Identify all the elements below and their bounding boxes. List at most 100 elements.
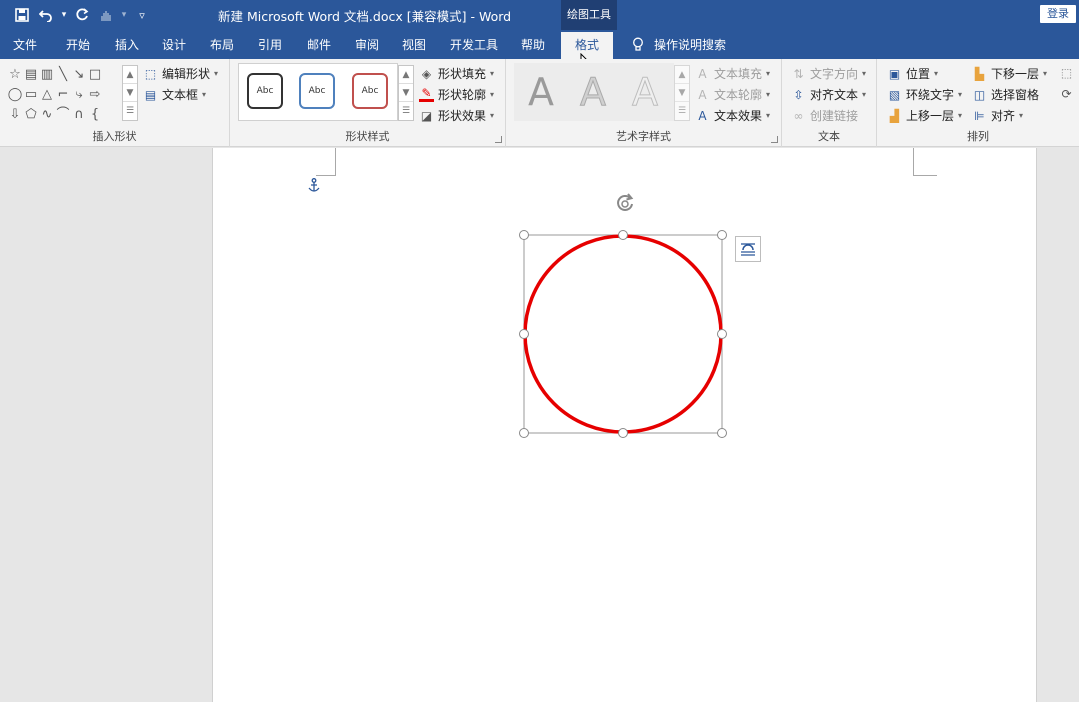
resize-handle-left[interactable] — [519, 329, 529, 339]
scroll-down-icon[interactable]: ▼ — [123, 84, 137, 102]
tab-design[interactable]: 设计 — [162, 36, 186, 53]
undo-dropdown-icon[interactable]: ▾ — [60, 5, 68, 25]
line-shape-icon[interactable]: ╲ — [55, 65, 71, 85]
down-arrow-shape-icon[interactable]: ⇩ — [7, 105, 23, 125]
arrow-line-shape-icon[interactable]: ↘ — [71, 65, 87, 85]
align-label: 对齐 — [991, 109, 1016, 123]
resize-handle-top[interactable] — [618, 230, 628, 240]
login-button[interactable]: 登录 — [1040, 5, 1076, 23]
shape-outline-button[interactable]: ✎ 形状轮廓 ▾ — [419, 86, 494, 103]
position-button[interactable]: ▣ 位置 ▾ — [887, 65, 938, 82]
save-icon[interactable] — [12, 5, 32, 25]
gallery-expand-icon[interactable]: ☰ — [123, 102, 137, 120]
edit-shape-icon: ⬚ — [144, 66, 157, 81]
rotate-button[interactable]: ⟳ — [1059, 86, 1074, 101]
shape-style-preset-2[interactable]: Abc — [299, 73, 335, 109]
dropdown-icon: ▾ — [766, 69, 771, 78]
scribble-shape-icon[interactable]: ∿ — [39, 105, 55, 125]
resize-handle-bottom-left[interactable] — [519, 428, 529, 438]
group-objects-button[interactable]: ⬚ — [1059, 65, 1074, 80]
selected-circle-shape[interactable] — [519, 230, 729, 440]
shape-effects-button[interactable]: ◪ 形状效果 ▾ — [419, 107, 494, 124]
align-text-button[interactable]: ⇳ 对齐文本 ▾ — [791, 86, 866, 103]
triangle-shape-icon[interactable]: △ — [39, 85, 55, 105]
wrap-text-button[interactable]: ▧ 环绕文字 ▾ — [887, 86, 962, 103]
arc-shape-icon[interactable]: ⌒ — [55, 105, 71, 125]
layout-options-icon[interactable] — [735, 236, 761, 262]
shapes-gallery[interactable]: ☆ ▤ ▥ ╲ ↘ □ ◯ ▭ △ ⌐ ⤷ ⇨ ⇩ ⬠ ∿ ⌒ ∩ { — [7, 65, 119, 125]
wordart-style-2[interactable]: A — [570, 69, 616, 115]
scroll-down-icon[interactable]: ▼ — [675, 84, 689, 102]
tab-help[interactable]: 帮助 — [521, 36, 545, 53]
shape-style-preset-1[interactable]: Abc — [247, 73, 283, 109]
wordart-style-3[interactable]: A — [622, 69, 668, 115]
selection-pane-button[interactable]: ◫ 选择窗格 — [972, 86, 1039, 103]
tab-file[interactable]: 文件 — [13, 36, 37, 53]
freeform-shape-icon[interactable]: ⬠ — [23, 105, 39, 125]
shapes-scroll[interactable]: ▲ ▼ ☰ — [122, 65, 138, 121]
text-direction-button[interactable]: ⇅ 文字方向 ▾ — [791, 65, 866, 82]
scroll-down-icon[interactable]: ▼ — [399, 84, 413, 102]
customize-toolbar-icon[interactable]: ▿ — [132, 5, 152, 25]
elbow-arrow-shape-icon[interactable]: ⤷ — [71, 85, 87, 105]
resize-handle-top-left[interactable] — [519, 230, 529, 240]
elbow-connector-shape-icon[interactable]: ⌐ — [55, 85, 71, 105]
rectangle-shape-icon[interactable]: □ — [87, 65, 103, 85]
text-effects-button[interactable]: A 文本效果 ▾ — [695, 107, 770, 124]
resize-handle-bottom[interactable] — [618, 428, 628, 438]
star-shape-icon[interactable]: ☆ — [7, 65, 23, 85]
tab-references[interactable]: 引用 — [258, 36, 282, 53]
text-direction-icon: ⇅ — [793, 66, 804, 81]
touch-mode-icon[interactable] — [96, 5, 116, 25]
create-link-button[interactable]: ∞ 创建链接 — [791, 107, 859, 124]
resize-handle-bottom-right[interactable] — [717, 428, 727, 438]
rotation-handle-icon[interactable] — [613, 192, 637, 216]
tab-layout[interactable]: 布局 — [210, 36, 234, 53]
document-page[interactable] — [212, 148, 1037, 702]
text-effects-icon: A — [698, 108, 707, 123]
textbox-shape-icon[interactable]: ▤ — [23, 65, 39, 85]
document-title: 新建 Microsoft Word 文档.docx [兼容模式] - Word — [218, 9, 512, 24]
tab-developer[interactable]: 开发工具 — [450, 36, 498, 53]
tab-view[interactable]: 视图 — [402, 36, 426, 53]
bring-forward-button[interactable]: ▟ 上移一层 ▾ — [887, 107, 962, 124]
shape-style-preset-3[interactable]: Abc — [352, 73, 388, 109]
tab-insert[interactable]: 插入 — [115, 36, 139, 53]
oval-shape-icon[interactable]: ◯ — [7, 85, 23, 105]
tab-mailings[interactable]: 邮件 — [307, 36, 331, 53]
text-fill-button[interactable]: A 文本填充 ▾ — [695, 65, 770, 82]
edit-shape-button[interactable]: ⬚ 编辑形状 ▾ — [143, 65, 218, 82]
undo-icon[interactable] — [36, 5, 56, 25]
wordart-scroll[interactable]: ▲ ▼ ☰ — [674, 65, 690, 121]
quick-access-toolbar: ▾ ▾ ▿ — [12, 5, 152, 25]
gallery-expand-icon[interactable]: ☰ — [399, 102, 413, 120]
anchor-icon[interactable] — [307, 178, 321, 193]
send-backward-button[interactable]: ▙ 下移一层 ▾ — [972, 65, 1047, 82]
tab-review[interactable]: 审阅 — [355, 36, 379, 53]
edit-shape-label: 编辑形状 — [162, 67, 211, 81]
scroll-up-icon[interactable]: ▲ — [675, 66, 689, 84]
scroll-up-icon[interactable]: ▲ — [399, 66, 413, 84]
vertical-textbox-shape-icon[interactable]: ▥ — [39, 65, 55, 85]
touch-dropdown-icon[interactable]: ▾ — [120, 5, 128, 25]
text-group-label: 文本 — [818, 130, 840, 143]
text-outline-button[interactable]: A 文本轮廓 ▾ — [695, 86, 770, 103]
resize-handle-top-right[interactable] — [717, 230, 727, 240]
text-box-button[interactable]: ▤ 文本框 ▾ — [143, 86, 206, 103]
shape-styles-scroll[interactable]: ▲ ▼ ☰ — [398, 65, 414, 121]
redo-icon[interactable] — [72, 5, 92, 25]
dropdown-icon: ▾ — [862, 69, 867, 78]
right-arrow-shape-icon[interactable]: ⇨ — [87, 85, 103, 105]
brace-shape-icon[interactable]: { — [87, 105, 103, 125]
tab-home[interactable]: 开始 — [66, 36, 90, 53]
align-button[interactable]: ⊫ 对齐 ▾ — [972, 107, 1023, 124]
dropdown-icon: ▾ — [958, 90, 963, 99]
gallery-expand-icon[interactable]: ☰ — [675, 102, 689, 120]
shape-fill-button[interactable]: ◈ 形状填充 ▾ — [419, 65, 494, 82]
resize-handle-right[interactable] — [717, 329, 727, 339]
wordart-style-1[interactable]: A — [518, 69, 564, 115]
scroll-up-icon[interactable]: ▲ — [123, 66, 137, 84]
tell-me-search[interactable]: 操作说明搜索 — [632, 36, 726, 53]
rounded-rect-shape-icon[interactable]: ▭ — [23, 85, 39, 105]
curve-shape-icon[interactable]: ∩ — [71, 105, 87, 125]
